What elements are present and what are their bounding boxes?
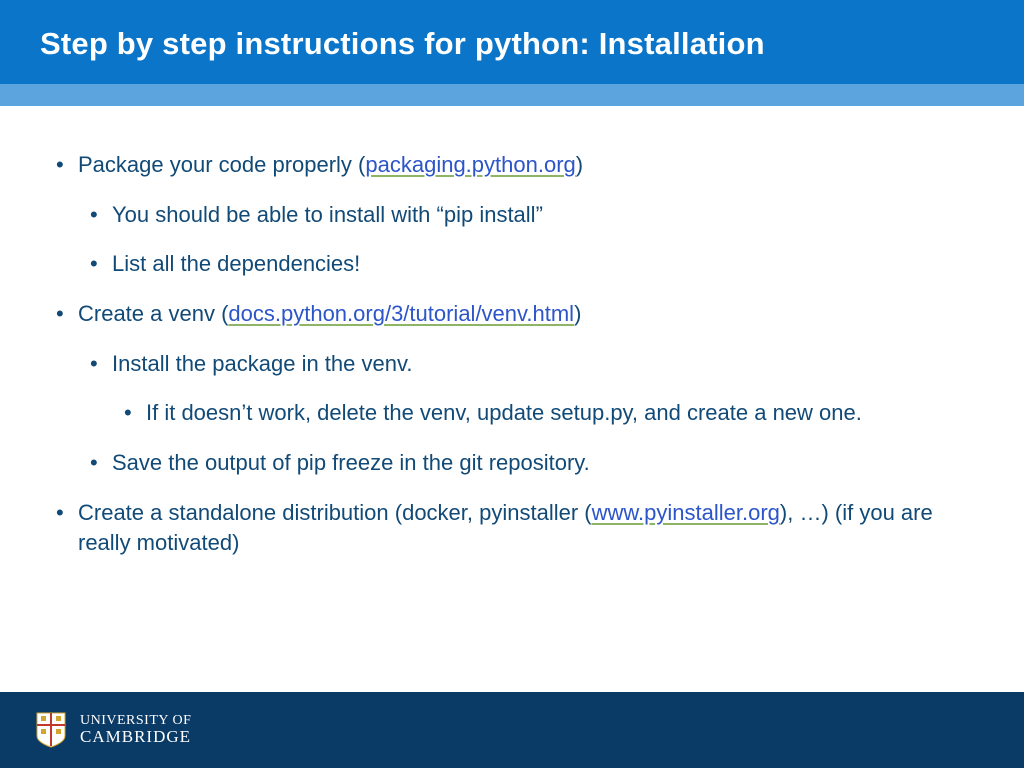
list-item-text: Save the output of pip freeze in the git… (112, 450, 590, 475)
bullet-list: Package your code properly (packaging.py… (52, 150, 972, 557)
university-name-line1: UNIVERSITY OF (80, 714, 191, 729)
list-item-text: ) (576, 152, 583, 177)
slide-title: Step by step instructions for python: In… (40, 26, 984, 62)
list-item-text: ) (574, 301, 581, 326)
list-item-text: You should be able to install with “pip … (112, 202, 543, 227)
university-name-line2: CAMBRIDGE (80, 728, 191, 746)
list-item-text: If it doesn’t work, delete the venv, upd… (146, 400, 862, 425)
list-item: Create a standalone distribution (docker… (52, 498, 972, 557)
slide-header: Step by step instructions for python: In… (0, 0, 1024, 84)
venv-docs-link[interactable]: docs.python.org/3/tutorial/venv.html (228, 301, 574, 326)
cambridge-shield-icon (36, 712, 66, 748)
header-accent-band (0, 84, 1024, 106)
slide-footer: UNIVERSITY OF CAMBRIDGE (0, 692, 1024, 768)
list-item-text: Create a venv ( (78, 301, 228, 326)
slide: Step by step instructions for python: In… (0, 0, 1024, 768)
list-item-text: Install the package in the venv. (112, 351, 412, 376)
list-item: List all the dependencies! (86, 249, 972, 279)
list-item: Package your code properly (packaging.py… (52, 150, 972, 279)
list-item: Create a venv (docs.python.org/3/tutoria… (52, 299, 972, 478)
packaging-link[interactable]: packaging.python.org (365, 152, 575, 177)
list-item-text: Package your code properly ( (78, 152, 365, 177)
university-name: UNIVERSITY OF CAMBRIDGE (80, 714, 191, 747)
list-item: Install the package in the venv. If it d… (86, 349, 972, 428)
list-item-text: Create a standalone distribution (docker… (78, 500, 592, 525)
slide-body: Package your code properly (packaging.py… (0, 106, 1024, 692)
pyinstaller-link[interactable]: www.pyinstaller.org (592, 500, 780, 525)
list-item: If it doesn’t work, delete the venv, upd… (120, 398, 972, 428)
list-item: Save the output of pip freeze in the git… (86, 448, 972, 478)
list-item-text: List all the dependencies! (112, 251, 360, 276)
list-item: You should be able to install with “pip … (86, 200, 972, 230)
